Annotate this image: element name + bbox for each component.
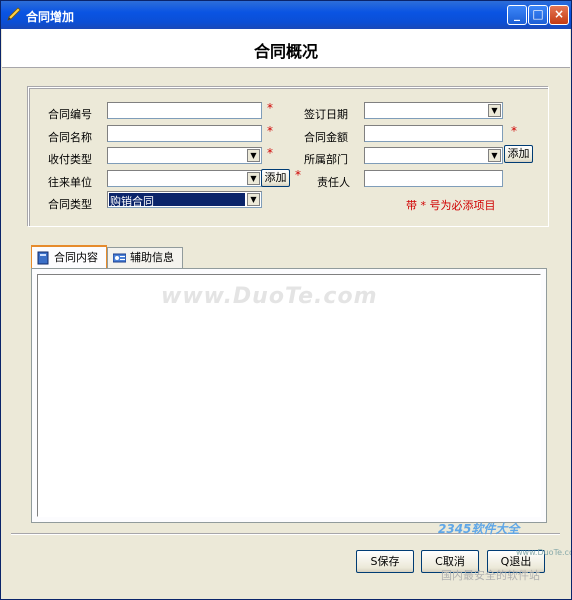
payment-type-label: 收付类型 bbox=[48, 153, 92, 166]
partner-select[interactable]: ▼ bbox=[107, 170, 262, 187]
chevron-down-icon[interactable]: ▼ bbox=[247, 193, 260, 206]
contract-add-window: 合同增加 _ □ × 合同概况 合同编号 * 合同名称 * 收付类型 ▼ * 往… bbox=[0, 0, 572, 600]
responsible-input[interactable] bbox=[364, 170, 503, 187]
watermark-logo-url: www.DuoTe.com bbox=[516, 548, 571, 557]
watermark-logo: 2345软件大全 bbox=[438, 522, 520, 536]
contract-content-textarea[interactable] bbox=[37, 274, 541, 517]
responsible-label: 责任人 bbox=[317, 176, 350, 189]
tab-label: 合同内容 bbox=[54, 251, 98, 264]
required-mark: * bbox=[511, 124, 517, 138]
department-select[interactable]: ▼ bbox=[364, 147, 503, 164]
department-label: 所属部门 bbox=[304, 153, 348, 166]
save-button[interactable]: S保存 bbox=[356, 550, 414, 573]
add-partner-button[interactable]: 添加 bbox=[261, 169, 290, 187]
minimize-button[interactable]: _ bbox=[507, 5, 527, 25]
sign-date-label: 签订日期 bbox=[304, 108, 348, 121]
close-button[interactable]: × bbox=[549, 5, 569, 25]
amount-label: 合同金额 bbox=[304, 131, 348, 144]
chevron-down-icon[interactable]: ▼ bbox=[488, 149, 501, 162]
contract-type-label: 合同类型 bbox=[48, 198, 92, 211]
header-band: 合同概况 bbox=[2, 29, 570, 68]
add-department-button[interactable]: 添加 bbox=[504, 145, 533, 163]
chevron-down-icon[interactable]: ▼ bbox=[247, 149, 260, 162]
payment-type-select[interactable]: ▼ bbox=[107, 147, 262, 164]
required-mark: * bbox=[267, 124, 273, 138]
tab-contract-content[interactable]: 合同内容 bbox=[31, 245, 107, 269]
chevron-down-icon[interactable]: ▼ bbox=[488, 104, 501, 117]
required-hint: 带 * 号为必添项目 bbox=[406, 199, 496, 212]
book-icon bbox=[37, 251, 49, 265]
contract-type-select[interactable]: 购销合同 ▼ bbox=[107, 191, 262, 208]
required-mark: * bbox=[267, 101, 273, 115]
maximize-button[interactable]: □ bbox=[528, 5, 548, 25]
app-pen-icon bbox=[7, 7, 21, 21]
contract-name-label: 合同名称 bbox=[48, 131, 92, 144]
chevron-down-icon[interactable]: ▼ bbox=[247, 172, 260, 185]
partner-label: 往来单位 bbox=[48, 176, 92, 189]
contract-name-input[interactable] bbox=[107, 125, 262, 142]
page-title: 合同概况 bbox=[253, 42, 318, 61]
tab-auxiliary-info[interactable]: 辅助信息 bbox=[107, 247, 183, 269]
sign-date-picker[interactable]: ▼ bbox=[364, 102, 503, 119]
tab-label: 辅助信息 bbox=[130, 251, 174, 264]
contract-no-label: 合同编号 bbox=[48, 108, 92, 121]
contract-type-value: 购销合同 bbox=[110, 195, 154, 208]
window-title: 合同增加 bbox=[26, 10, 75, 24]
watermark-text: www.DuoTe.com bbox=[161, 284, 378, 309]
title-bar[interactable]: 合同增加 _ □ × bbox=[1, 1, 571, 29]
id-card-icon bbox=[113, 253, 126, 263]
amount-input[interactable] bbox=[364, 125, 503, 142]
required-mark: * bbox=[267, 146, 273, 160]
watermark-logo-sub: 国内最安全的软件站 bbox=[441, 569, 540, 582]
contract-no-input[interactable] bbox=[107, 102, 262, 119]
required-mark: * bbox=[295, 168, 301, 182]
